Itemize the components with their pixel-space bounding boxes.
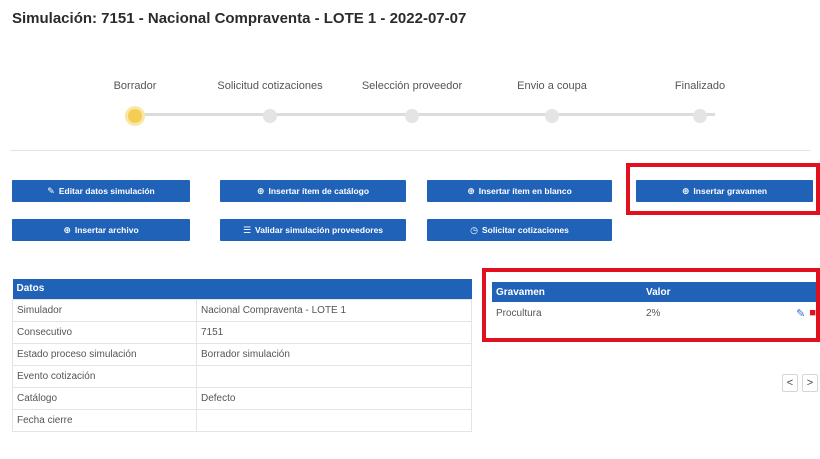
cell-label: Consecutivo [12,320,197,344]
datos-header: Datos [12,279,472,299]
edit-icon: ✎ [47,185,55,196]
cell-label: Catálogo [12,386,197,410]
process-stepper: Borrador Solicitud cotizaciones Selecció… [95,80,755,130]
list-icon: ☰ [242,224,252,235]
step-label: Selección proveedor [361,80,463,92]
insert-catalog-item-button[interactable]: ⊕ Insertar ítem de catálogo [220,180,406,202]
divider [10,150,810,151]
validate-providers-button[interactable]: ☰ Validar simulación proveedores [220,219,406,241]
step-label: Solicitud cotizaciones [217,80,323,92]
cell-label: Simulador [12,298,197,322]
step-solicitud-cotizaciones[interactable]: Solicitud cotizaciones [205,80,335,123]
cell-value [196,408,472,432]
plus-circle-icon: ⊕ [467,185,475,196]
cell-label: Evento cotización [12,364,197,388]
step-dot [405,109,419,123]
table-row: Fecha cierre [12,408,472,432]
button-label: Validar simulación proveedores [255,225,384,235]
button-label: Editar datos simulación [58,186,155,196]
button-label: Insertar ítem en blanco [478,186,572,196]
cell-value: Defecto [196,386,472,410]
insert-file-button[interactable]: ⊕ Insertar archivo [12,219,190,241]
datos-table: Datos Simulador Nacional Compraventa - L… [12,279,472,432]
cell-value: Borrador simulación [196,342,472,366]
page-title: Simulación: 7151 - Nacional Compraventa … [12,10,467,27]
step-label: Borrador [113,80,157,92]
table-row: Consecutivo 7151 [12,320,472,344]
highlight-insert-gravamen [626,163,820,215]
cell-value: Nacional Compraventa - LOTE 1 [196,298,472,322]
step-dot [693,109,707,123]
step-dot [263,109,277,123]
cell-value: 7151 [196,320,472,344]
insert-blank-item-button[interactable]: ⊕ Insertar ítem en blanco [427,180,612,202]
button-label: Insertar ítem de catálogo [268,186,370,196]
step-dot-active [128,109,142,123]
plus-circle-icon: ⊕ [63,224,71,235]
button-label: Insertar archivo [74,225,139,235]
table-row: Evento cotización [12,364,472,388]
request-quotes-button[interactable]: ◷ Solicitar cotizaciones [427,219,612,241]
table-row: Estado proceso simulación Borrador simul… [12,342,472,366]
clock-icon: ◷ [470,224,478,235]
highlight-gravamen-table [482,268,820,342]
step-finalizado[interactable]: Finalizado [635,80,765,123]
cell-label: Fecha cierre [12,408,197,432]
step-borrador[interactable]: Borrador [70,80,200,123]
pagination: < > [782,374,818,392]
table-row: Catálogo Defecto [12,386,472,410]
table-row: Simulador Nacional Compraventa - LOTE 1 [12,298,472,322]
step-seleccion-proveedor[interactable]: Selección proveedor [347,80,477,123]
step-dot [545,109,559,123]
button-label: Solicitar cotizaciones [481,225,569,235]
next-page-button[interactable]: > [802,374,818,392]
edit-simulation-button[interactable]: ✎ Editar datos simulación [12,180,190,202]
cell-value [196,364,472,388]
step-envio-coupa[interactable]: Envio a coupa [487,80,617,123]
cell-label: Estado proceso simulación [12,342,197,366]
step-label: Finalizado [674,80,726,92]
step-label: Envio a coupa [517,80,587,92]
plus-circle-icon: ⊕ [256,185,265,196]
prev-page-button[interactable]: < [782,374,798,392]
